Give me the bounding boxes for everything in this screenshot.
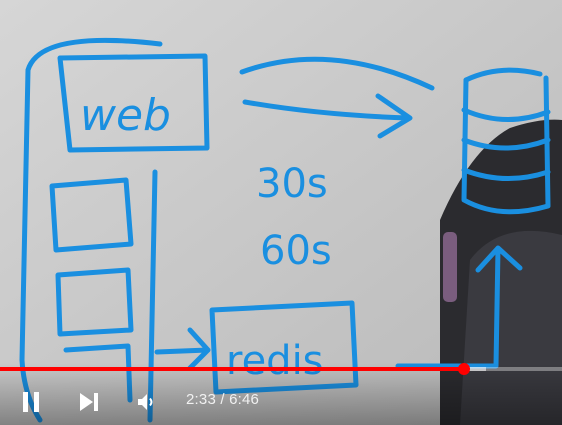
interval-30s-label: 30s [256, 161, 328, 207]
video-frame[interactable]: web 30s 60s redis 2:33 / 6:46 [0, 0, 562, 425]
duration: 6:46 [229, 391, 260, 408]
volume-button[interactable] [130, 384, 164, 420]
next-button[interactable] [72, 384, 106, 420]
presenter-hand [443, 232, 457, 302]
progress-scrubber-handle[interactable] [457, 363, 470, 375]
progress-played [0, 367, 464, 371]
whiteboard-drawing: web 30s 60s redis [0, 0, 562, 425]
time-display: 2:33 / 6:46 [186, 391, 259, 408]
volume-icon [138, 394, 153, 410]
pause-icon [23, 392, 39, 412]
interval-60s-label: 60s [260, 228, 332, 274]
time-separator: / [216, 391, 230, 408]
progress-bar[interactable] [0, 367, 562, 371]
next-icon [80, 393, 98, 411]
web-label: web [80, 90, 171, 141]
current-time: 2:33 [186, 391, 216, 408]
pause-button[interactable] [14, 384, 48, 420]
